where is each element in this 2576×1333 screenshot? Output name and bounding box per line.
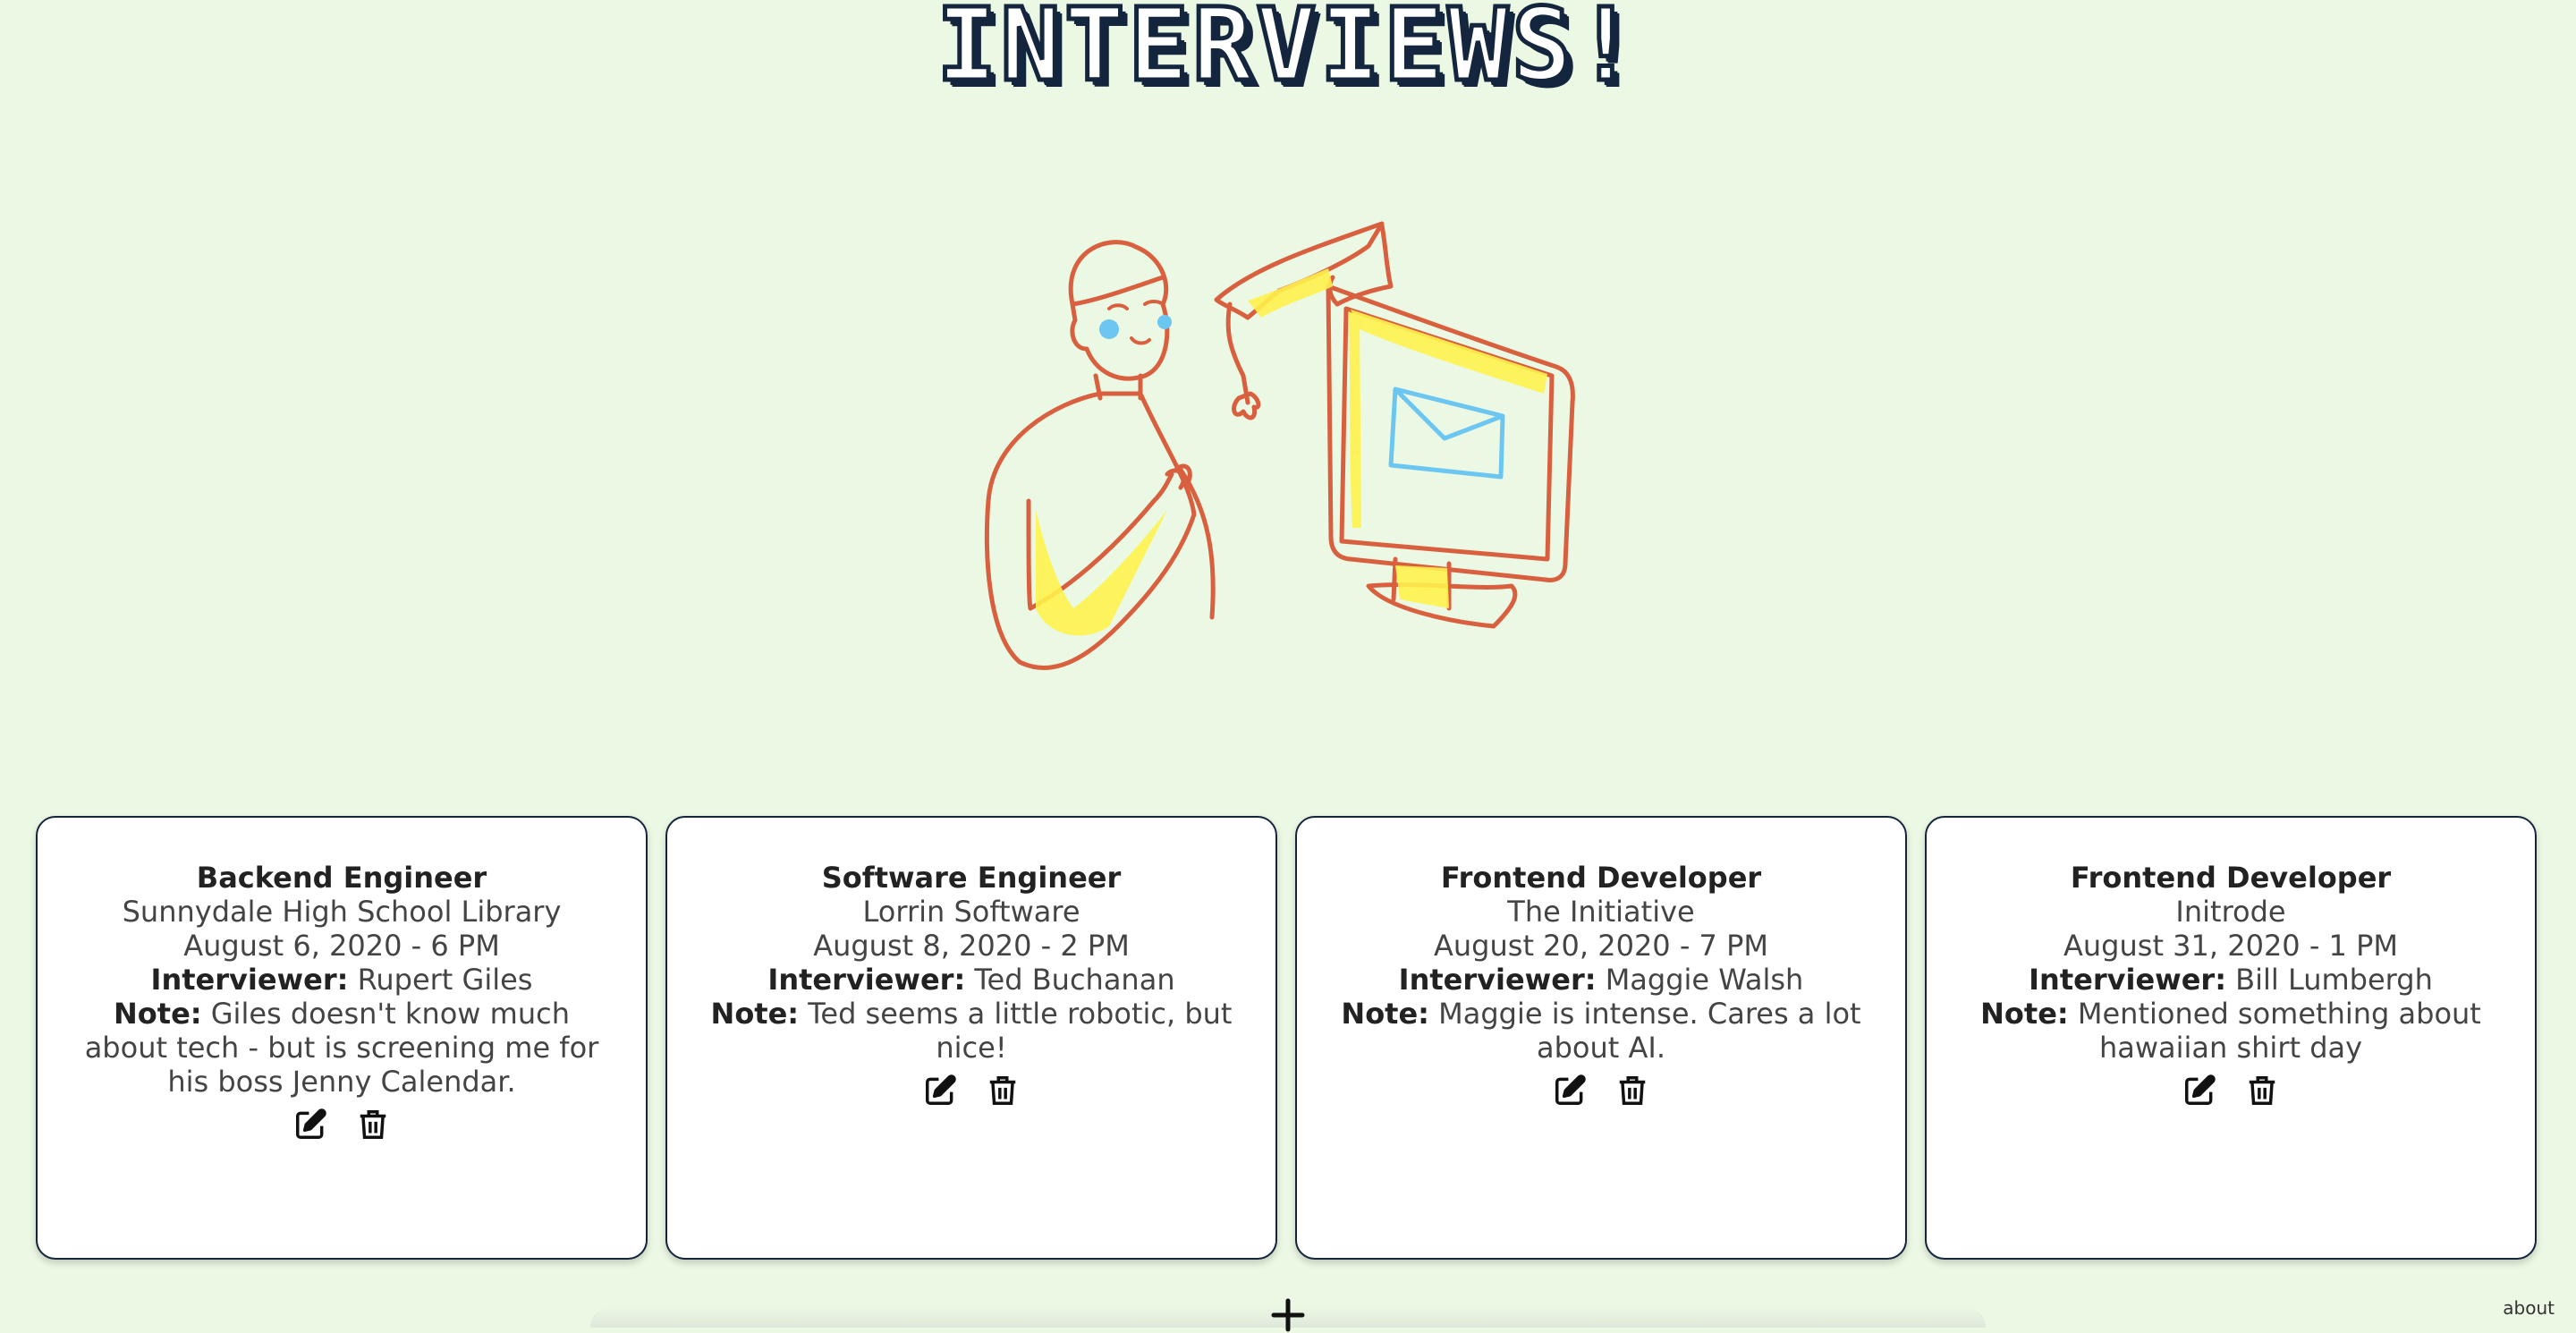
trash-icon[interactable]: [1615, 1074, 1649, 1108]
card-interviewer: Ted Buchanan: [974, 963, 1175, 997]
note-label: Note:: [710, 997, 800, 1031]
card-role: Frontend Developer: [2070, 861, 2392, 895]
edit-icon[interactable]: [923, 1074, 957, 1108]
trash-icon[interactable]: [2245, 1074, 2279, 1108]
page-title: INTERVIEWS!: [935, 0, 1640, 106]
card-datetime: August 8, 2020 - 2 PM: [813, 929, 1130, 963]
card-datetime: August 20, 2020 - 7 PM: [1434, 929, 1768, 963]
interview-card: Frontend Developer The Initiative August…: [1295, 816, 1907, 1260]
about-link[interactable]: about: [2503, 1297, 2555, 1319]
edit-icon[interactable]: [293, 1108, 327, 1142]
interviewer-label: Interviewer:: [767, 963, 966, 997]
note-label: Note:: [1341, 997, 1429, 1031]
card-role: Software Engineer: [821, 861, 1122, 895]
card-interviewer: Rupert Giles: [357, 963, 533, 997]
card-role: Frontend Developer: [1440, 861, 1762, 895]
note-label: Note:: [114, 997, 202, 1031]
card-company: Initrode: [2175, 895, 2286, 929]
edit-icon[interactable]: [2182, 1074, 2216, 1108]
add-interview-button[interactable]: [1270, 1297, 1306, 1333]
card-interviewer-row: Interviewer: Bill Lumbergh: [1927, 963, 2535, 997]
interviewer-label: Interviewer:: [150, 963, 349, 997]
card-note-row: Note: Ted seems a little robotic, but ni…: [667, 997, 1275, 1065]
note-label: Note:: [1980, 997, 2069, 1031]
card-actions: [1927, 1074, 2535, 1108]
interview-card: Backend Engineer Sunnydale High School L…: [36, 816, 648, 1260]
card-interviewer: Bill Lumbergh: [2235, 963, 2433, 997]
card-interviewer-row: Interviewer: Rupert Giles: [38, 963, 646, 997]
interview-card: Software Engineer Lorrin Software August…: [665, 816, 1277, 1260]
card-note-row: Note: Mentioned something about hawaiian…: [1927, 997, 2535, 1065]
card-interviewer: Maggie Walsh: [1605, 963, 1804, 997]
card-role: Backend Engineer: [196, 861, 487, 895]
card-company: Sunnydale High School Library: [122, 895, 562, 929]
card-note-row: Note: Maggie is intense. Cares a lot abo…: [1297, 997, 1905, 1065]
card-company: The Initiative: [1507, 895, 1695, 929]
interviewer-label: Interviewer:: [2029, 963, 2226, 997]
card-interviewer-row: Interviewer: Maggie Walsh: [1297, 963, 1905, 997]
card-actions: [667, 1074, 1275, 1108]
interview-illustration: [984, 221, 1575, 670]
card-note-row: Note: Giles doesn't know much about tech…: [38, 997, 646, 1099]
card-datetime: August 6, 2020 - 6 PM: [183, 929, 500, 963]
card-note: Mentioned something about hawaiian shirt…: [2077, 997, 2481, 1065]
card-note: Ted seems a little robotic, but nice!: [808, 997, 1233, 1065]
card-datetime: August 31, 2020 - 1 PM: [2063, 929, 2398, 963]
interview-card: Frontend Developer Initrode August 31, 2…: [1925, 816, 2537, 1260]
interviewer-label: Interviewer:: [1398, 963, 1597, 997]
trash-icon[interactable]: [986, 1074, 1020, 1108]
card-actions: [1297, 1074, 1905, 1108]
card-actions: [38, 1108, 646, 1142]
trash-icon[interactable]: [356, 1108, 390, 1142]
card-interviewer-row: Interviewer: Ted Buchanan: [667, 963, 1275, 997]
edit-icon[interactable]: [1553, 1074, 1587, 1108]
card-company: Lorrin Software: [862, 895, 1080, 929]
card-note: Maggie is intense. Cares a lot about AI.: [1438, 997, 1861, 1065]
